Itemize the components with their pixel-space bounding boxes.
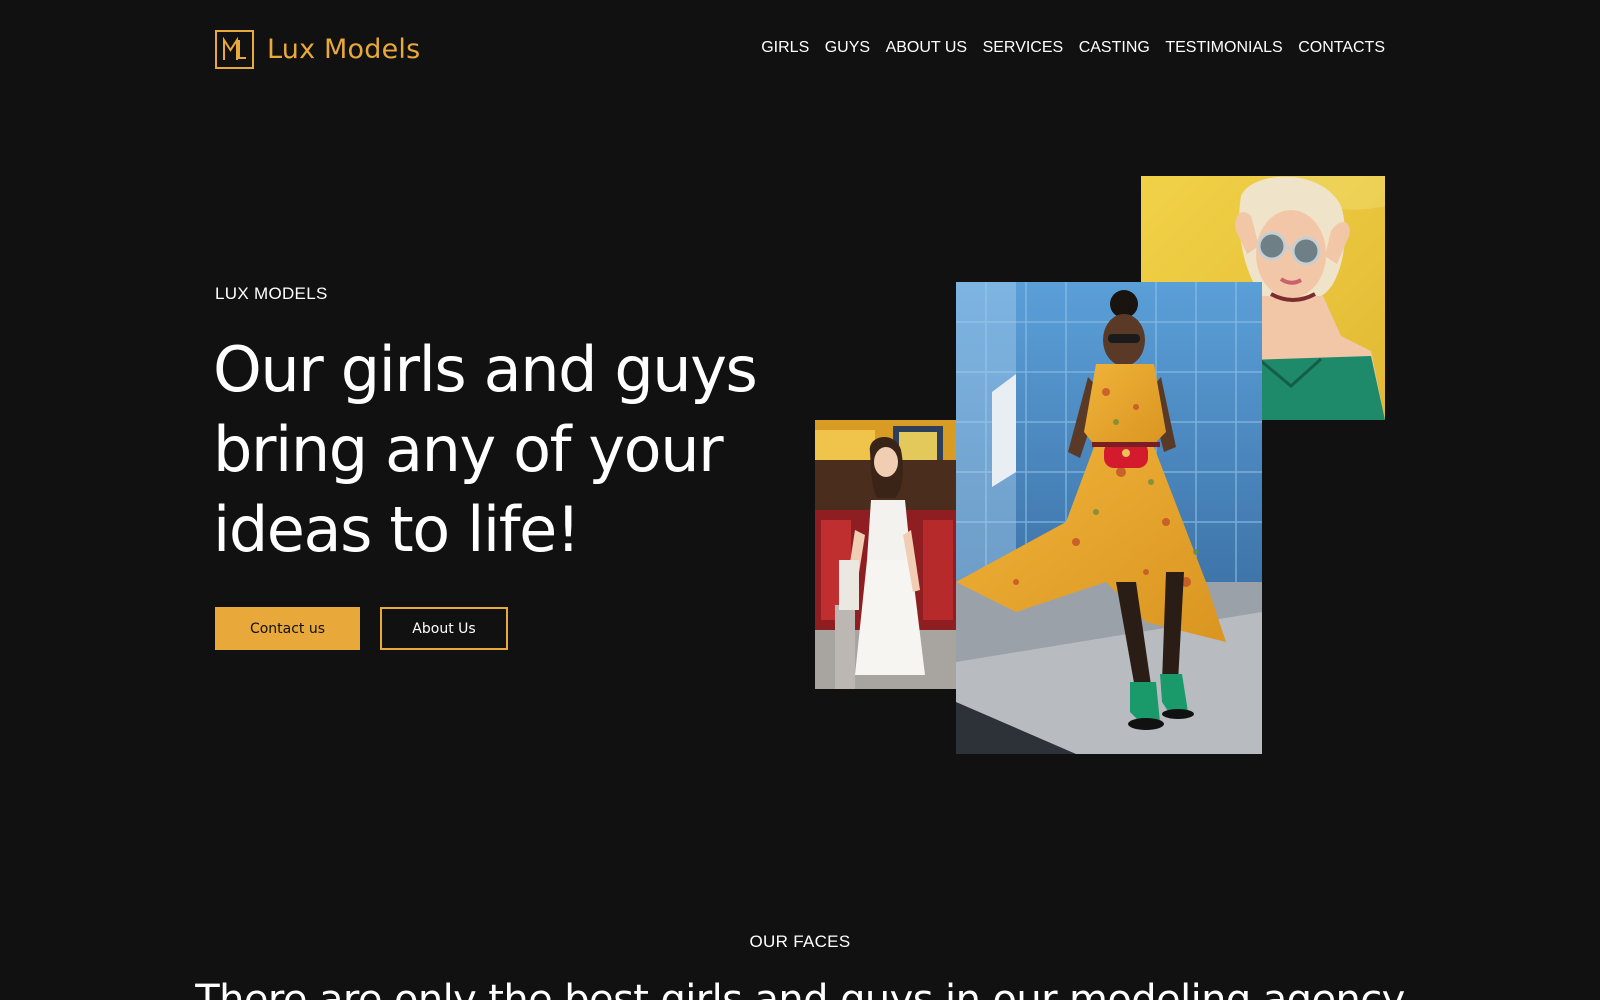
contact-us-button[interactable]: Contact us xyxy=(215,607,360,650)
faces-title: There are only the best girls and guys i… xyxy=(195,977,1405,1000)
model-street-white-dress-photo xyxy=(815,420,957,689)
nav-item-about-us[interactable]: ABOUT US xyxy=(886,39,968,57)
hero-headline: Our girls and guys bring any of your ide… xyxy=(213,333,758,566)
faces-eyebrow: OUR FACES xyxy=(749,932,851,951)
hero-eyebrow: LUX MODELS xyxy=(215,284,328,303)
nav-item-testimonials[interactable]: TESTIMONIALS xyxy=(1165,39,1282,57)
brand-name: Lux Models xyxy=(267,34,421,65)
main-nav: GIRLS GUYS ABOUT US SERVICES CASTING TES… xyxy=(746,39,1385,57)
lm-monogram-icon xyxy=(215,30,254,69)
site-header: Lux Models GIRLS GUYS ABOUT US SERVICES … xyxy=(215,30,1385,70)
nav-item-casting[interactable]: CASTING xyxy=(1079,39,1150,57)
about-us-button[interactable]: About Us xyxy=(380,607,508,650)
model-yellow-floral-dress-photo xyxy=(956,282,1262,754)
nav-item-guys[interactable]: GUYS xyxy=(825,39,870,57)
nav-item-girls[interactable]: GIRLS xyxy=(761,39,809,57)
nav-item-contacts[interactable]: CONTACTS xyxy=(1298,39,1385,57)
logo-link[interactable]: Lux Models xyxy=(215,30,420,69)
nav-item-services[interactable]: SERVICES xyxy=(983,39,1064,57)
page: Lux Models GIRLS GUYS ABOUT US SERVICES … xyxy=(0,0,1600,1000)
